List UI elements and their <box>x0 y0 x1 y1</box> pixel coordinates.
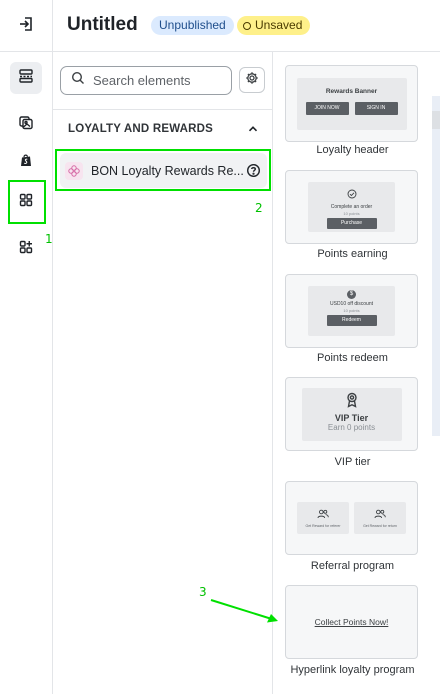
vip-tier-thumbnail: VIP Tier Earn 0 points <box>301 387 402 441</box>
rewards-banner-title: Rewards Banner <box>325 87 378 95</box>
points-earning-line2: 10 points <box>343 211 360 216</box>
gear-icon <box>245 71 259 90</box>
vip-tier-points: Earn 0 points <box>327 422 376 432</box>
preview-card-points-redeem[interactable]: $ USD10 off discount 10 points Redeem <box>285 274 418 348</box>
page-title[interactable]: Untitled <box>67 14 138 36</box>
points-redeem-thumbnail: $ USD10 off discount 10 points Redeem <box>308 286 395 336</box>
preview-label-points-redeem: Points redeem <box>317 352 388 364</box>
unsaved-dot-icon <box>243 21 251 30</box>
users-icon <box>374 506 386 523</box>
unpublished-badge: Unpublished <box>151 16 234 35</box>
unsaved-badge-label: Unsaved <box>255 18 303 32</box>
shopify-bag-icon <box>18 152 34 173</box>
search-input[interactable] <box>93 73 223 88</box>
chevron-up-icon <box>248 121 258 139</box>
preview-label-vip-tier: VIP tier <box>334 456 371 468</box>
preview-card-points-earning[interactable]: Complete an order 10 points Purchase <box>285 170 418 244</box>
add-apps-icon <box>18 239 34 260</box>
annotation-box-1 <box>8 180 46 224</box>
preview-label-loyalty-header: Loyalty header <box>316 144 389 156</box>
preview-card-hyperlink-loyalty[interactable]: Collect Points Now! <box>285 585 418 659</box>
rail-item-images[interactable] <box>10 108 42 140</box>
canvas-strip <box>432 96 440 436</box>
images-icon <box>18 114 34 135</box>
canvas-tab <box>432 111 440 129</box>
preview-label-points-earning: Points earning <box>317 248 388 260</box>
top-bar: Untitled Unpublished Unsaved <box>0 0 440 52</box>
preview-card-loyalty-header[interactable]: Rewards Banner JOIN NOW SIGN IN <box>285 65 418 142</box>
points-redeem-line2: 10 points <box>343 308 360 313</box>
users-icon <box>317 506 329 523</box>
rail-item-shopify[interactable] <box>10 146 42 178</box>
settings-button[interactable] <box>239 67 265 93</box>
search-box[interactable] <box>60 66 232 95</box>
left-rail <box>0 52 53 694</box>
exit-editor-button[interactable] <box>12 12 40 40</box>
redeem-thumb-button: Redeem <box>326 315 377 326</box>
panel-divider <box>53 109 273 110</box>
annotation-number-1: 1 <box>45 232 53 246</box>
sign-in-thumb-button: SIGN IN <box>354 101 398 115</box>
check-circle-icon <box>347 186 357 203</box>
preview-label-hyperlink-loyalty: Hyperlink loyalty program <box>290 664 415 676</box>
vip-tier-name: VIP Tier <box>334 412 369 423</box>
unsaved-badge: Unsaved <box>237 16 311 35</box>
exit-icon <box>18 16 34 37</box>
annotation-arrow <box>210 599 278 623</box>
sections-icon <box>18 68 34 89</box>
award-icon <box>345 392 359 412</box>
annotation-box-2 <box>55 149 271 191</box>
referral-left-text: Get Reward for referer <box>305 524 341 528</box>
preview-card-referral-program[interactable]: Get Reward for referer Get Reward for re… <box>285 481 418 555</box>
topbar-divider <box>52 0 53 52</box>
element-previews: Rewards Banner JOIN NOW SIGN IN Loyalty … <box>273 52 432 694</box>
preview-card-vip-tier[interactable]: VIP Tier Earn 0 points <box>285 377 418 451</box>
referral-left-box: Get Reward for referer <box>297 502 349 534</box>
points-earning-line1: Complete an order <box>330 204 373 210</box>
canvas-edge <box>432 52 440 694</box>
purchase-thumb-button: Purchase <box>326 218 377 229</box>
referral-thumbnail: Get Reward for referer Get Reward for re… <box>297 502 406 534</box>
section-title: LOYALTY AND REWARDS <box>68 123 214 135</box>
points-earning-thumbnail: Complete an order 10 points Purchase <box>308 182 395 232</box>
collect-points-link: Collect Points Now! <box>314 617 389 627</box>
annotation-number-2: 2 <box>255 201 263 215</box>
join-now-thumb-button: JOIN NOW <box>305 101 349 115</box>
points-redeem-line1: USD10 off discount <box>330 301 373 307</box>
referral-right-text: Get Reward for return <box>363 524 397 528</box>
search-icon <box>71 71 85 90</box>
rail-item-add-apps[interactable] <box>10 233 42 265</box>
collapse-section-button[interactable] <box>246 123 260 137</box>
preview-label-referral-program: Referral program <box>310 560 395 572</box>
referral-right-box: Get Reward for return <box>354 502 406 534</box>
rail-item-sections[interactable] <box>10 62 42 94</box>
rewards-banner-thumbnail: Rewards Banner JOIN NOW SIGN IN <box>296 77 407 130</box>
dollar-coin-icon: $ <box>347 290 356 299</box>
